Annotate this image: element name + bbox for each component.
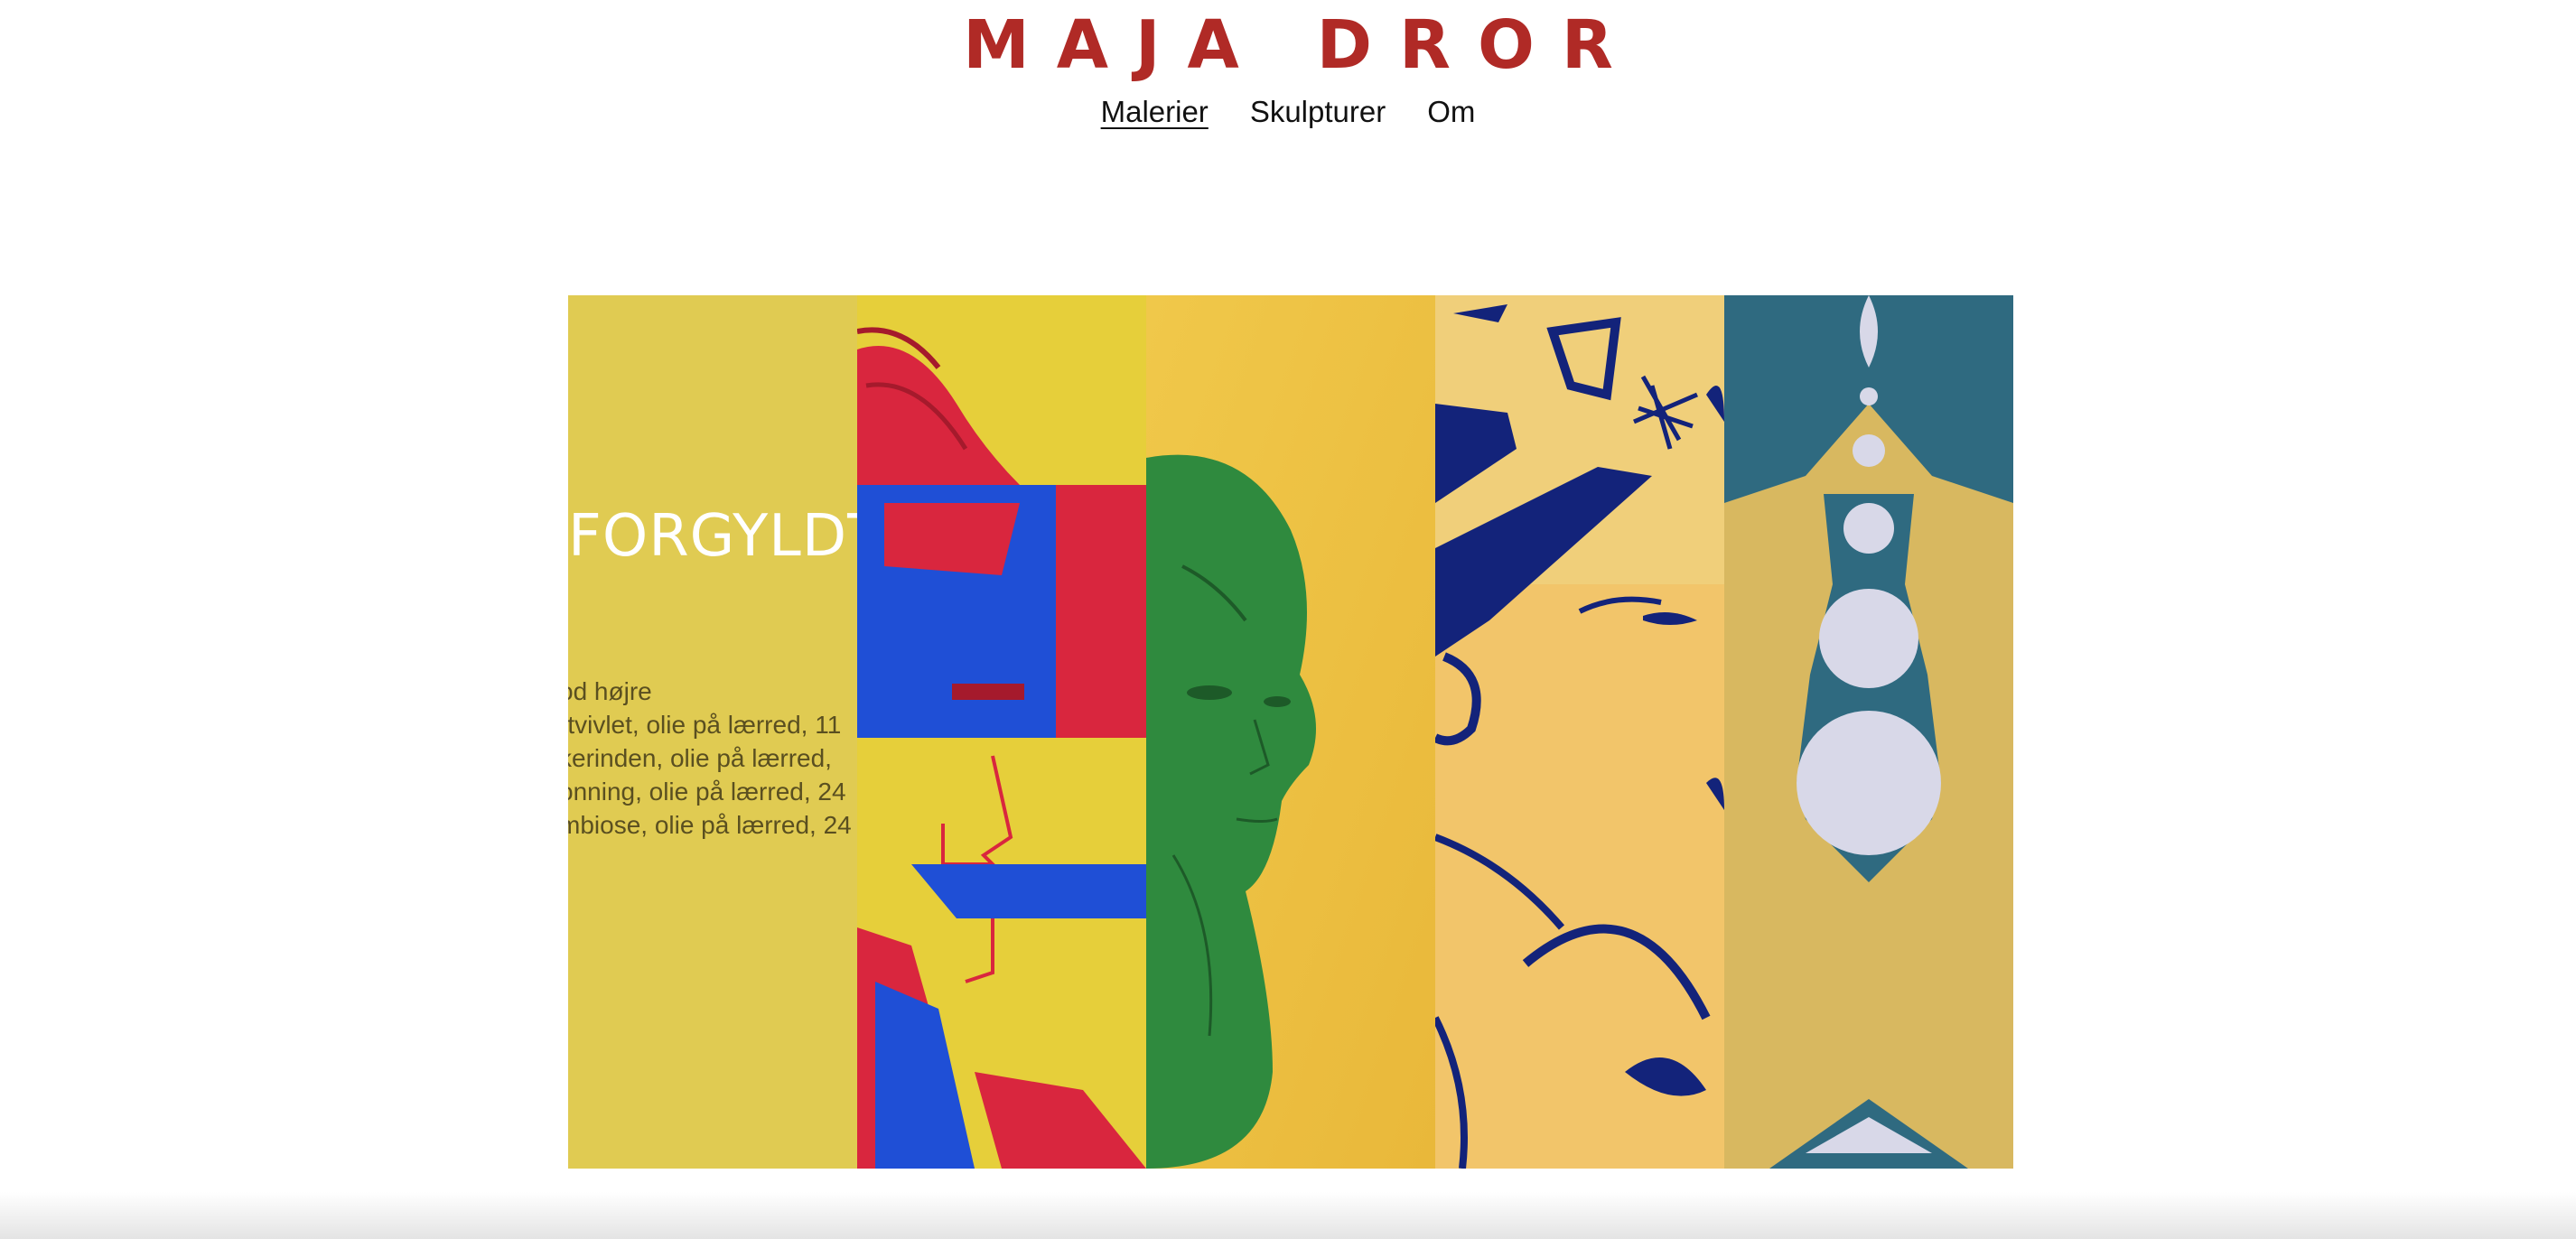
- painting-teal-totem: [1724, 295, 2013, 1169]
- nav-skulpturer[interactable]: Skulpturer: [1250, 90, 1386, 134]
- exhibition-title: FORGYLDT: [568, 503, 857, 570]
- main-nav: Malerier Skulpturer Om: [0, 90, 2576, 134]
- gallery-panel-painting-3[interactable]: [1435, 295, 1724, 1169]
- painting-gallery[interactable]: FORGYLDT od højre rtvivlet, olie på lærr…: [568, 295, 2013, 1169]
- painting-list: od højre rtvivlet, olie på lærred, 11 ke…: [568, 675, 852, 842]
- gallery-panel-title-card[interactable]: FORGYLDT od højre rtvivlet, olie på lærr…: [568, 295, 857, 1169]
- painting-abstract-face: [857, 295, 1146, 1169]
- nav-om[interactable]: Om: [1427, 90, 1475, 134]
- gallery-panel-painting-1[interactable]: [857, 295, 1146, 1169]
- painting-queen: [1435, 295, 1724, 1169]
- gallery-panel-painting-4[interactable]: [1724, 295, 2013, 1169]
- nav-malerier[interactable]: Malerier: [1101, 90, 1209, 134]
- gallery-panel-painting-2[interactable]: [1146, 295, 1435, 1169]
- page-bottom-fade: [0, 1192, 2576, 1239]
- painting-list-line: kerinden, olie på lærred,: [568, 744, 832, 772]
- painting-list-line: mbiose, olie på lærred, 24: [568, 811, 852, 839]
- painting-list-line: rtvivlet, olie på lærred, 11: [568, 711, 842, 739]
- painting-green-figure: [1146, 295, 1435, 1169]
- painting-list-line: od højre: [568, 677, 652, 705]
- site-title[interactable]: MAJA DROR: [0, 0, 2576, 90]
- painting-list-line: onning, olie på lærred, 24: [568, 778, 846, 806]
